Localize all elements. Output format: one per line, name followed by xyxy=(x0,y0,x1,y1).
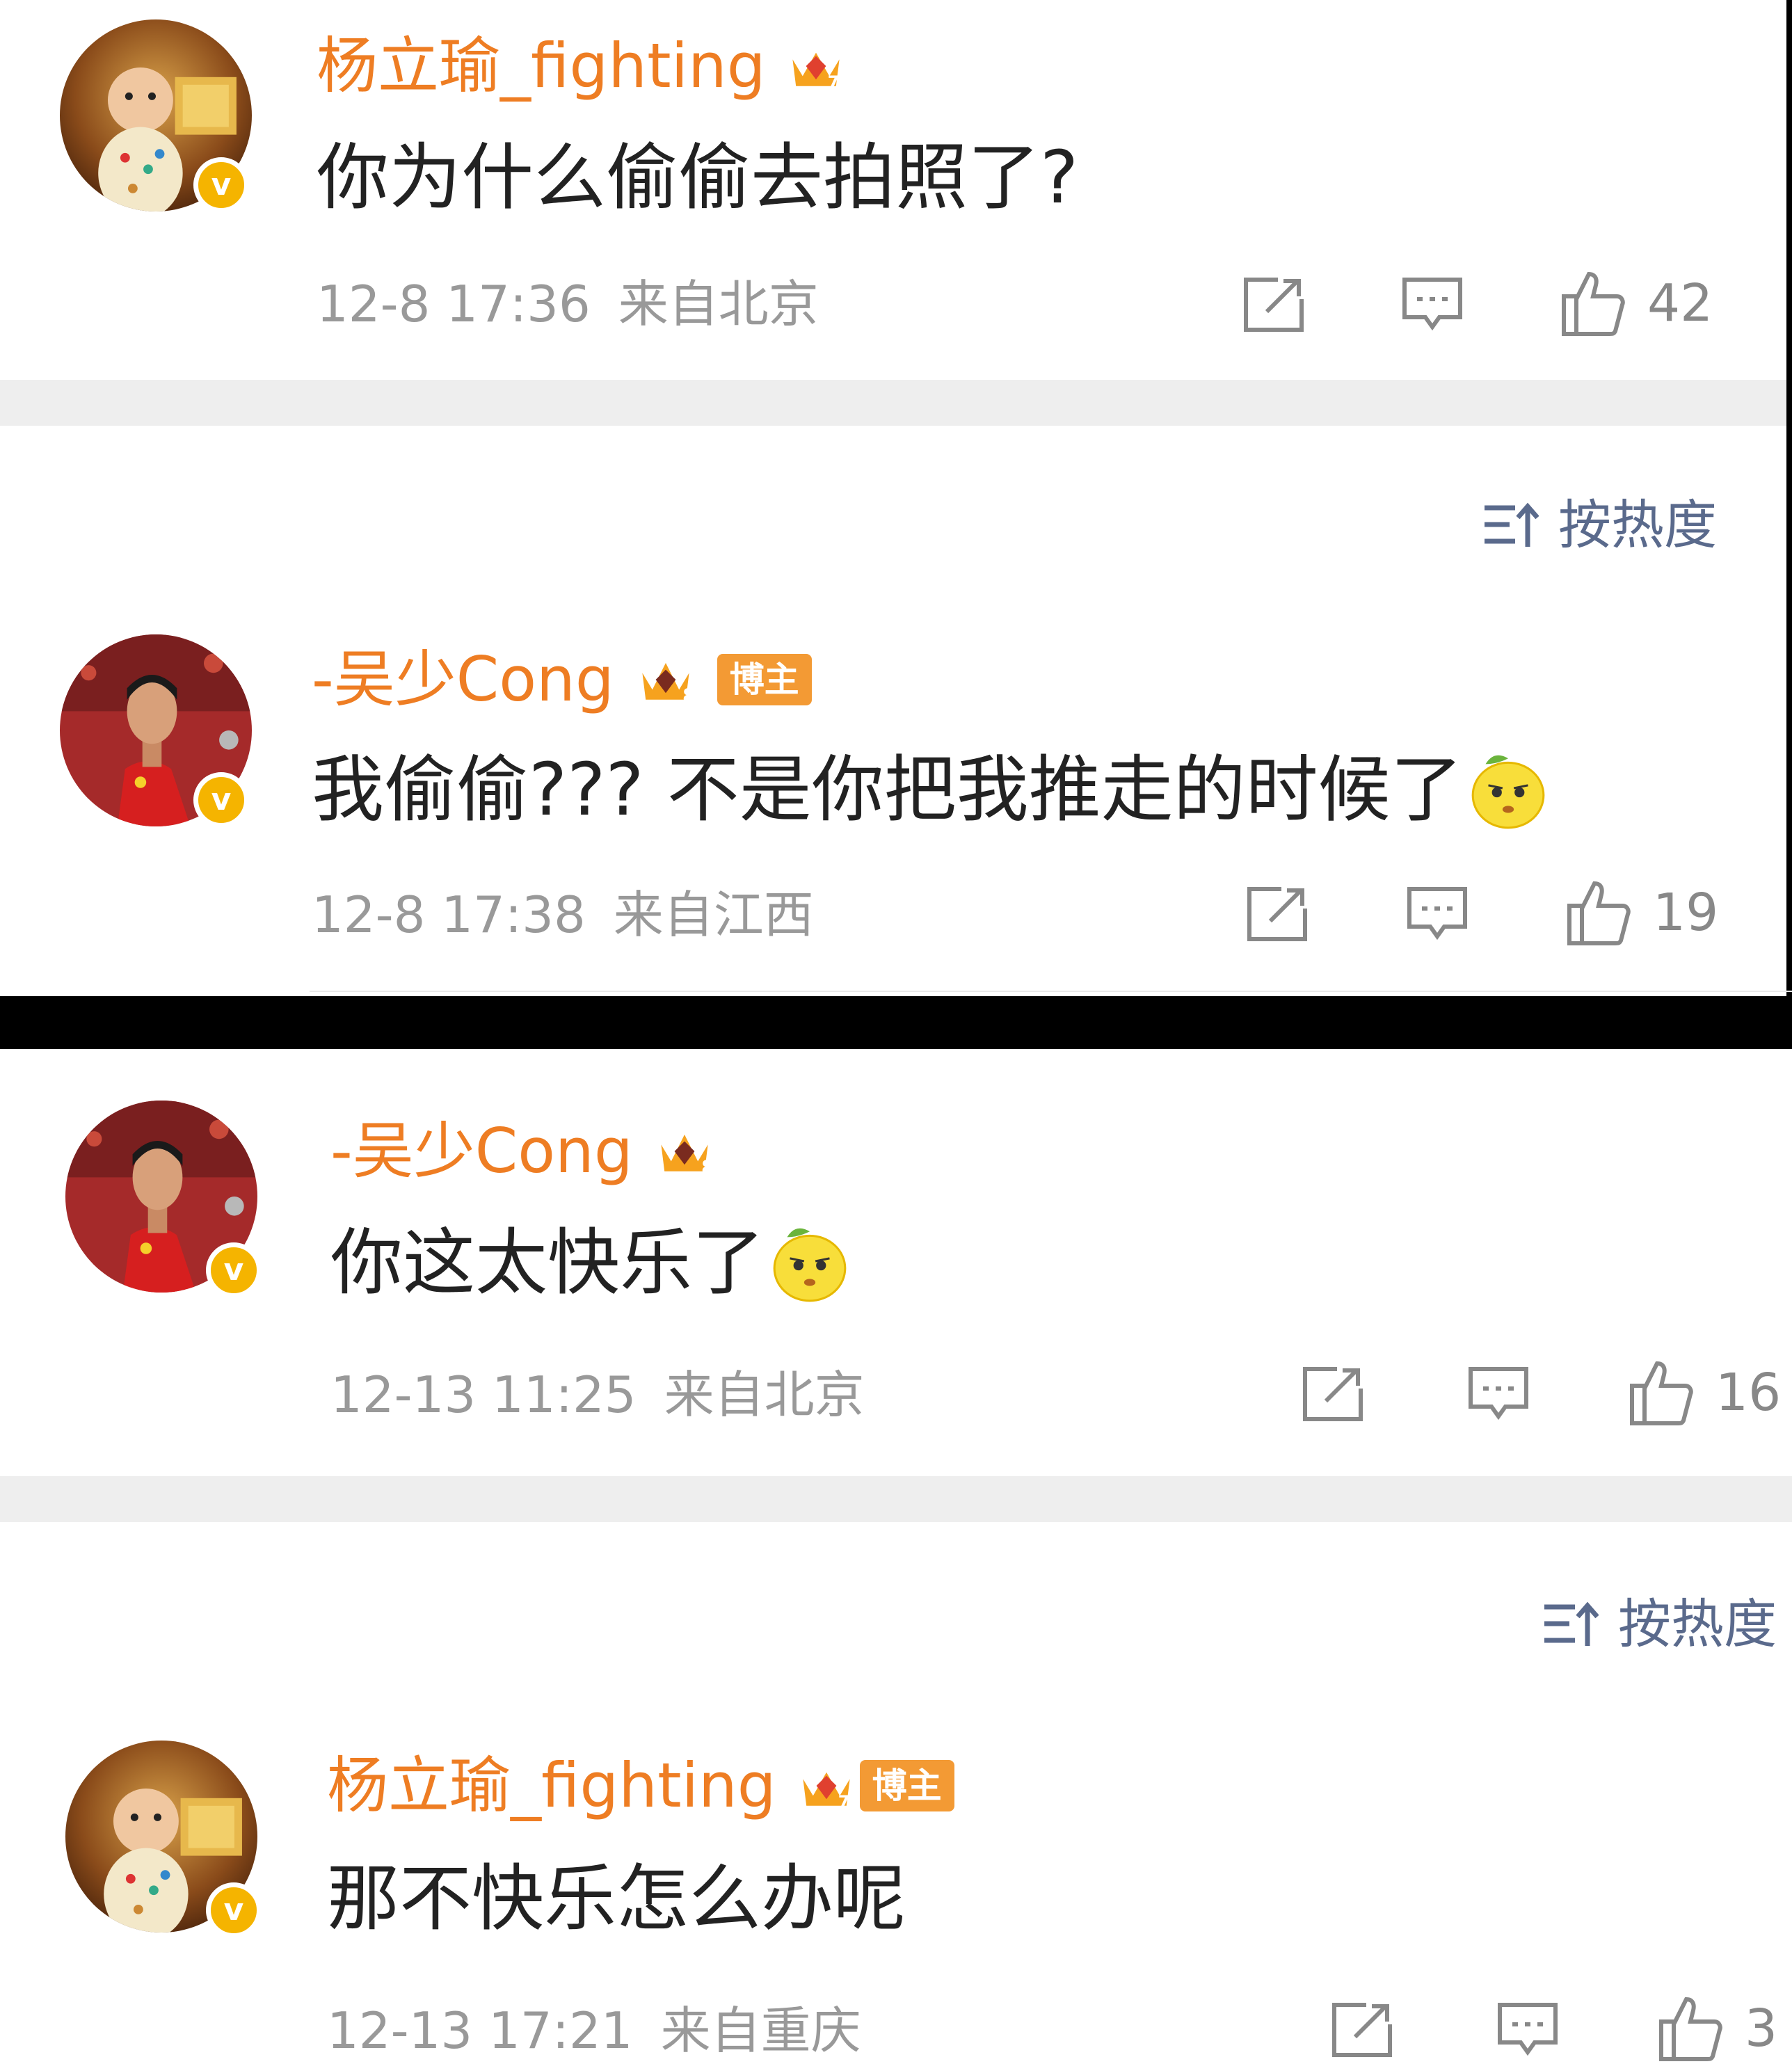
comment-date: 12-8 17:38 xyxy=(312,886,586,944)
svg-text:7: 7 xyxy=(838,1792,849,1811)
svg-text:8: 8 xyxy=(701,1156,715,1180)
like-icon xyxy=(1562,271,1625,336)
repost-button[interactable] xyxy=(1242,275,1306,334)
repost-icon xyxy=(1247,887,1307,941)
like-count: 3 xyxy=(1745,1999,1778,2058)
comment-location: 来自重庆 xyxy=(660,2001,861,2060)
like-button[interactable]: 16 xyxy=(1626,1358,1781,1427)
comment-date: 12-13 17:21 xyxy=(327,2001,633,2060)
username[interactable]: 杨立瑜_fighting 7 博主 xyxy=(327,1747,954,1824)
comment-icon xyxy=(1402,278,1462,331)
comment-meta: 12-13 11:25 来自北京 xyxy=(330,1363,865,1426)
blogger-badge: 博主 xyxy=(717,654,812,705)
username-text: -吴少Cong xyxy=(312,643,614,715)
like-button[interactable]: 42 xyxy=(1558,269,1713,338)
vip-crown-icon: 7 xyxy=(793,1752,860,1819)
comment-text: 你为什么偷偷去拍照了? xyxy=(317,135,1079,220)
svg-text:8: 8 xyxy=(682,685,696,708)
sort-icon xyxy=(1544,1601,1599,1646)
image-edge xyxy=(1786,0,1792,1047)
like-count: 42 xyxy=(1647,273,1713,333)
comment-date: 12-13 11:25 xyxy=(330,1366,637,1424)
comment-location: 来自北京 xyxy=(664,1366,865,1424)
verified-v-icon: v xyxy=(193,772,249,828)
comment-text-content: 你这太快乐了 xyxy=(330,1220,765,1305)
comment-location: 来自江西 xyxy=(613,886,814,944)
comment-icon xyxy=(1407,887,1467,941)
comment-text-content: 我偷偷??? 不是你把我推走的时候了 xyxy=(312,747,1463,832)
svg-text:7: 7 xyxy=(827,72,839,92)
username-text: 杨立瑜_fighting xyxy=(317,30,766,102)
verified-v-icon: v xyxy=(193,157,249,213)
like-count: 16 xyxy=(1715,1363,1782,1423)
divider-line xyxy=(310,991,1792,992)
like-icon xyxy=(1630,1361,1693,1425)
comment-meta: 12-8 17:36 来自北京 xyxy=(317,273,819,335)
vip-crown-icon: 7 xyxy=(783,33,849,99)
verified-v-icon: v xyxy=(206,1242,262,1298)
like-button[interactable]: 19 xyxy=(1564,878,1718,947)
like-count: 19 xyxy=(1653,883,1719,943)
like-button[interactable]: 3 xyxy=(1656,1994,1777,2063)
verified-v-icon: v xyxy=(206,1882,262,1938)
sort-by-hot-button[interactable]: 按热度 xyxy=(1482,494,1717,557)
comment-date: 12-8 17:36 xyxy=(317,275,591,333)
repost-icon xyxy=(1303,1367,1363,1421)
comment-button[interactable] xyxy=(1400,275,1464,334)
sort-by-hot-button[interactable]: 按热度 xyxy=(1542,1593,1777,1656)
sort-label: 按热度 xyxy=(1558,494,1717,556)
repost-button[interactable] xyxy=(1301,1365,1365,1423)
repost-icon xyxy=(1244,278,1304,332)
comment-text: 我偷偷??? 不是你把我推走的时候了 xyxy=(312,744,1551,835)
comment-text: 你这太快乐了 xyxy=(330,1217,852,1308)
repost-button[interactable] xyxy=(1245,885,1309,943)
username-text: -吴少Cong xyxy=(330,1115,633,1187)
repost-icon xyxy=(1332,2003,1392,2057)
separator-bar xyxy=(0,380,1792,426)
comment-location: 来自北京 xyxy=(618,275,819,333)
sad-lemon-emoji-icon xyxy=(767,1220,852,1305)
comment-icon xyxy=(1469,1367,1528,1421)
username[interactable]: -吴少Cong 8 博主 xyxy=(312,641,812,718)
sad-lemon-emoji-icon xyxy=(1466,747,1551,832)
like-icon xyxy=(1659,1997,1722,2061)
comment-button[interactable] xyxy=(1405,885,1469,943)
repost-button[interactable] xyxy=(1330,2001,1394,2059)
comment-text: 那不快乐怎么办呢 xyxy=(327,1856,906,1941)
username[interactable]: -吴少Cong 8 xyxy=(330,1113,736,1190)
comment-meta: 12-13 17:21 来自重庆 xyxy=(327,1999,861,2062)
separator-bar xyxy=(0,1476,1792,1522)
comment-meta: 12-8 17:38 来自江西 xyxy=(312,883,814,946)
like-icon xyxy=(1567,881,1631,945)
blogger-badge: 博主 xyxy=(859,1760,954,1811)
vip-crown-icon: 8 xyxy=(631,646,717,713)
username[interactable]: 杨立瑜_fighting 7 xyxy=(317,28,849,104)
sort-icon xyxy=(1485,502,1539,547)
username-text: 杨立瑜_fighting xyxy=(327,1750,776,1821)
sort-label: 按热度 xyxy=(1618,1593,1777,1655)
comment-button[interactable] xyxy=(1496,2001,1560,2059)
comment-icon xyxy=(1498,2003,1558,2056)
image-divider xyxy=(0,996,1792,1049)
vip-crown-icon: 8 xyxy=(650,1118,736,1185)
comment-button[interactable] xyxy=(1466,1365,1530,1423)
